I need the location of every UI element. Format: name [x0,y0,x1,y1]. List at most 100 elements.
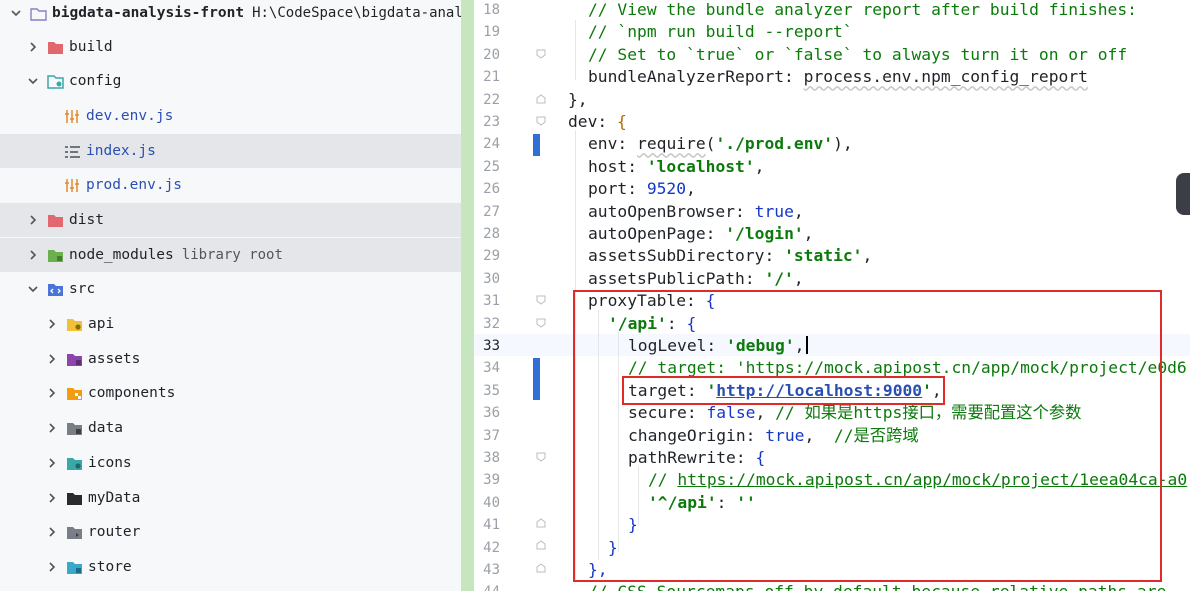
chevron-right-icon[interactable] [27,214,39,226]
code-line[interactable]: host: 'localhost', [588,156,764,178]
chevron-right-icon[interactable] [27,41,39,53]
code-line[interactable]: autoOpenBrowser: true, [588,201,804,223]
line-number[interactable]: 39 [474,469,500,491]
line-number[interactable]: 44 [474,581,500,591]
line-number[interactable]: 18 [474,0,500,21]
line-number[interactable]: 36 [474,402,500,424]
code-token: '/login' [725,224,804,243]
chevron-right-icon[interactable] [46,387,58,399]
code-line[interactable]: port: 9520, [588,178,696,200]
line-number[interactable]: 27 [474,201,500,223]
line-number[interactable]: 42 [474,537,500,559]
line-number[interactable]: 38 [474,447,500,469]
tree-item-store[interactable]: store [0,550,474,584]
project-tree[interactable]: bigdata-analysis-front H:\CodeSpace\bigd… [0,0,475,591]
code-line[interactable]: assetsSubDirectory: 'static', [588,245,872,267]
line-number[interactable]: 30 [474,268,500,290]
scrollbar-thumb[interactable] [1176,173,1190,215]
change-marker[interactable] [533,134,540,156]
folder-settings-icon [47,73,64,90]
line-number[interactable]: 43 [474,559,500,581]
library-root-hint: library root [181,247,283,263]
tree-item-label: node_modules [69,247,174,263]
line-number[interactable]: 24 [474,133,500,155]
code-line[interactable]: autoOpenPage: '/login', [588,223,813,245]
tree-item-router[interactable]: router [0,515,474,549]
line-number[interactable]: 23 [474,111,500,133]
fold-marker-icon[interactable] [536,49,546,59]
chevron-right-icon[interactable] [46,492,58,504]
code-token: : [627,156,647,176]
tree-item-icons[interactable]: icons [0,446,474,480]
line-number[interactable]: 41 [474,514,500,536]
code-line[interactable]: dev: { [568,111,627,133]
line-number[interactable]: 19 [474,21,500,43]
fold-marker-icon[interactable] [536,518,546,528]
line-number[interactable]: 29 [474,245,500,267]
tree-item-api[interactable]: api [0,307,474,341]
code-line[interactable]: }, [568,89,588,111]
tree-item-data[interactable]: data [0,411,474,445]
line-number[interactable]: 33 [474,335,500,357]
line-number[interactable]: 21 [474,66,500,88]
tree-item-components[interactable]: components [0,376,474,410]
fold-marker-icon[interactable] [536,295,546,305]
fold-marker-icon[interactable] [536,452,546,462]
tree-item-prod-env-js[interactable]: prod.env.js [0,168,474,202]
fold-marker-icon[interactable] [536,540,546,550]
code-line[interactable]: // `npm run build --report` [588,21,853,43]
code-line[interactable]: // Set to `true` or `false` to always tu… [588,44,1127,66]
chevron-right-icon[interactable] [46,561,58,573]
code-line[interactable]: // View the bundle analyzer report after… [588,0,1137,21]
fold-marker-icon[interactable] [536,318,546,328]
line-number[interactable]: 28 [474,223,500,245]
code-line[interactable]: // CSS Sourcemaps off by default because… [588,581,1166,591]
line-number[interactable]: 34 [474,357,500,379]
tree-item-dist[interactable]: dist [0,203,474,237]
chevron-right-icon[interactable] [46,318,58,330]
tree-item-node-modules[interactable]: node_modules library root [0,238,474,272]
code-token: , [686,179,696,199]
change-marker[interactable] [533,358,540,400]
fold-marker-icon[interactable] [536,563,546,573]
code-token: assetsPublicPath [588,268,745,288]
indent-guide [575,20,576,80]
config-file-icon [64,108,81,125]
line-number[interactable]: 20 [474,44,500,66]
fold-marker-icon[interactable] [536,116,546,126]
code-line[interactable]: env: require('./prod.env'), [588,133,853,155]
chevron-right-icon[interactable] [46,457,58,469]
chevron-down-icon[interactable] [10,7,22,19]
chevron-down-icon[interactable] [27,75,39,87]
code-token: ), [833,134,853,154]
tree-item-dev-env-js[interactable]: dev.env.js [0,99,474,133]
code-line[interactable]: bundleAnalyzerReport: process.env.npm_co… [588,66,1088,88]
fold-marker-icon[interactable] [536,94,546,104]
chevron-right-icon[interactable] [46,353,58,365]
line-number[interactable]: 25 [474,156,500,178]
tree-item-src[interactable]: src [0,272,474,306]
tree-item-index-js[interactable]: index.js [0,134,474,168]
tree-item-config[interactable]: config [0,64,474,98]
folder-icon [30,5,47,22]
line-number[interactable]: 22 [474,89,500,111]
chevron-down-icon[interactable] [27,283,39,295]
tree-root[interactable]: bigdata-analysis-front H:\CodeSpace\bigd… [0,0,474,30]
tree-item-build[interactable]: build [0,30,474,64]
code-token: , [862,246,873,266]
line-number[interactable]: 31 [474,290,500,312]
folder-icon [66,385,83,402]
code-line[interactable]: assetsPublicPath: '/', [588,268,804,290]
tree-item-assets[interactable]: assets [0,342,474,376]
tree-item-mydata[interactable]: myData [0,481,474,515]
vcs-change-strip [461,0,474,591]
chevron-right-icon[interactable] [46,422,58,434]
line-number[interactable]: 32 [474,313,500,335]
chevron-right-icon[interactable] [46,526,58,538]
line-number[interactable]: 26 [474,178,500,200]
code-token: process.env.npm_config_report [803,67,1088,87]
chevron-right-icon[interactable] [27,249,39,261]
line-number[interactable]: 35 [474,380,500,402]
line-number[interactable]: 37 [474,425,500,447]
line-number[interactable]: 40 [474,492,500,514]
